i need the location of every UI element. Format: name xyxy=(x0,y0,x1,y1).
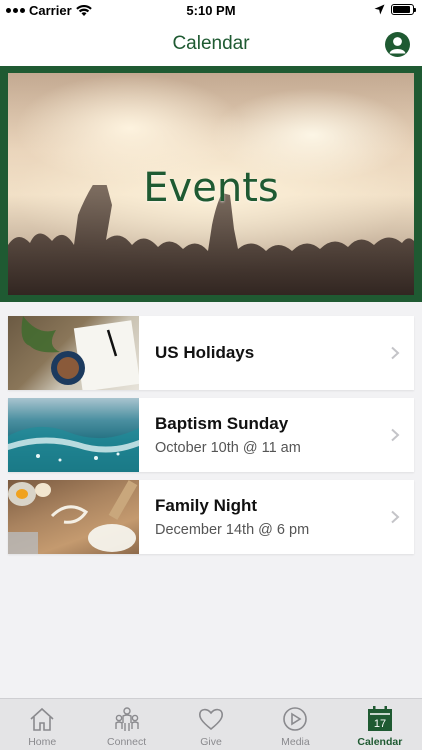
thumb-art xyxy=(8,426,139,472)
people-icon xyxy=(114,707,139,731)
chevron-right-icon xyxy=(391,346,400,360)
event-date: December 14th @ 6 pm xyxy=(155,522,310,538)
calendar-icon: 17 xyxy=(367,706,392,731)
event-row-baptism-sunday[interactable]: Baptism Sunday October 10th @ 11 am xyxy=(8,398,414,472)
tab-home[interactable]: Home xyxy=(0,699,84,750)
tab-connect[interactable]: Connect xyxy=(84,699,168,750)
event-text: Baptism Sunday October 10th @ 11 am xyxy=(139,414,414,456)
heart-icon xyxy=(198,708,224,731)
events-hero-banner: Events xyxy=(0,66,422,302)
tab-label: Give xyxy=(200,736,222,748)
tab-label: Connect xyxy=(107,736,147,748)
water-wave-image xyxy=(8,398,139,472)
calendar-day-number: 17 xyxy=(374,718,386,730)
play-icon xyxy=(283,707,308,731)
notebook-coffee-image xyxy=(8,316,139,390)
home-icon xyxy=(30,707,54,731)
event-row-us-holidays[interactable]: US Holidays xyxy=(8,316,414,390)
concert-crowd-image: Events xyxy=(8,73,414,295)
event-text: US Holidays xyxy=(139,343,414,363)
family-flour-image xyxy=(8,480,139,554)
event-list: US Holidays Baptism Sunday October 10th … xyxy=(8,316,414,562)
tab-label: Media xyxy=(281,736,310,748)
event-title: US Holidays xyxy=(155,343,255,362)
location-arrow-icon xyxy=(374,4,385,15)
tab-media[interactable]: Media xyxy=(253,699,337,750)
event-text: Family Night December 14th @ 6 pm xyxy=(139,496,414,538)
hero-title: Events xyxy=(143,165,279,211)
thumb-art xyxy=(21,316,139,390)
chevron-right-icon xyxy=(391,428,400,442)
event-date: October 10th @ 11 am xyxy=(155,440,301,456)
event-title: Family Night xyxy=(155,496,258,515)
chevron-right-icon xyxy=(391,510,400,524)
navigation-bar: Calendar xyxy=(0,22,422,66)
tab-bar: Home Connect Give Media 17 Calendar xyxy=(0,698,422,750)
status-time: 5:10 PM xyxy=(186,3,236,18)
status-bar: Carrier 5:10 PM xyxy=(0,0,422,22)
status-right-group xyxy=(374,4,416,15)
page-title: Calendar xyxy=(172,33,250,54)
tab-label: Calendar xyxy=(357,736,403,748)
profile-button[interactable] xyxy=(385,32,410,57)
event-row-family-night[interactable]: Family Night December 14th @ 6 pm xyxy=(8,480,414,554)
tab-give[interactable]: Give xyxy=(169,699,253,750)
person-icon xyxy=(389,37,406,54)
battery-icon xyxy=(391,4,416,15)
battery-level xyxy=(393,6,411,13)
thumb-art xyxy=(8,480,138,554)
tab-label: Home xyxy=(28,736,57,748)
event-title: Baptism Sunday xyxy=(155,414,289,433)
tab-calendar[interactable]: 17 Calendar xyxy=(338,699,422,750)
